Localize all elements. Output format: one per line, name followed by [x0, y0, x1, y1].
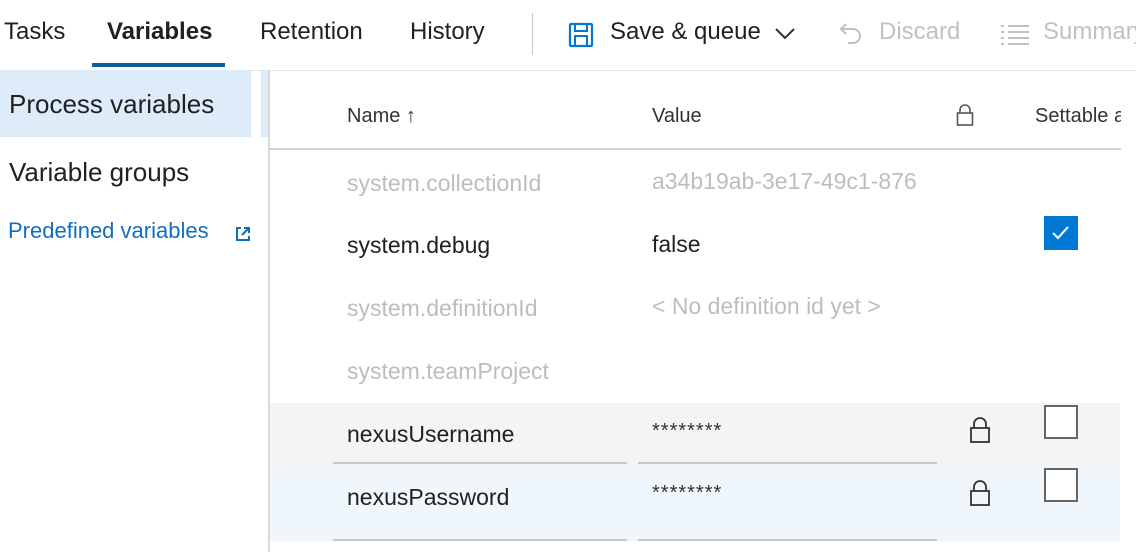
- lock-icon[interactable]: [968, 416, 992, 449]
- column-header-name[interactable]: Name ↑: [347, 105, 416, 128]
- sidebar-item-label: Variable groups: [9, 157, 190, 187]
- column-header-settable: Settable at queue time: [1035, 105, 1121, 127]
- summary-label: Summary: [1043, 18, 1136, 45]
- variable-name-input[interactable]: nexusUsername: [347, 421, 514, 448]
- input-underline: [333, 539, 627, 541]
- sidebar-item-variable-groups[interactable]: Variable groups: [0, 140, 251, 207]
- lock-icon[interactable]: [968, 479, 992, 512]
- variable-name: system.debug: [347, 232, 491, 258]
- header-divider: [627, 148, 1121, 150]
- toolbar-divider: [532, 13, 533, 55]
- tab-retention[interactable]: Retention: [260, 18, 363, 46]
- variable-value: < No definition id yet >: [652, 293, 881, 319]
- input-underline: [638, 462, 937, 464]
- variable-value: a34b19ab-3e17-49c1-876: [652, 168, 917, 194]
- input-underline: [333, 462, 627, 464]
- save-icon: [568, 22, 594, 53]
- undo-icon: [838, 20, 864, 53]
- settable-checkbox[interactable]: [1044, 405, 1078, 439]
- active-tab-indicator: [92, 63, 225, 67]
- external-link-icon[interactable]: [235, 226, 251, 247]
- settable-checkbox[interactable]: [1044, 216, 1078, 250]
- sidebar-item-process-variables[interactable]: Process variables: [0, 70, 251, 137]
- sidebar-item-label: Process variables: [9, 89, 215, 119]
- input-underline: [638, 539, 937, 541]
- variable-name-input[interactable]: nexusPassword: [347, 484, 509, 511]
- chevron-down-icon[interactable]: [774, 27, 796, 46]
- header-divider: [270, 148, 627, 150]
- variable-value[interactable]: false: [652, 231, 701, 258]
- settable-checkbox[interactable]: [1044, 468, 1078, 502]
- variable-value-input[interactable]: ********: [652, 482, 722, 505]
- variable-value-input[interactable]: ********: [652, 420, 722, 443]
- column-header-secret-lock-icon: [955, 104, 975, 132]
- predefined-variables-link[interactable]: Predefined variables: [8, 218, 209, 244]
- save-and-queue-label: Save & queue: [610, 18, 761, 45]
- list-icon: [1000, 24, 1030, 51]
- discard-label: Discard: [879, 18, 961, 45]
- variable-name: system.teamProject: [347, 358, 549, 384]
- checkmark-icon: [1052, 226, 1069, 240]
- variable-name: system.definitionId: [347, 295, 538, 321]
- tab-tasks[interactable]: Tasks: [4, 18, 65, 46]
- toolbar: Tasks Variables Retention History Save &…: [0, 0, 1136, 71]
- tab-history[interactable]: History: [410, 18, 485, 46]
- variable-name: system.collectionId: [347, 170, 542, 196]
- column-header-value[interactable]: Value: [652, 105, 702, 128]
- tab-variables[interactable]: Variables: [107, 18, 212, 46]
